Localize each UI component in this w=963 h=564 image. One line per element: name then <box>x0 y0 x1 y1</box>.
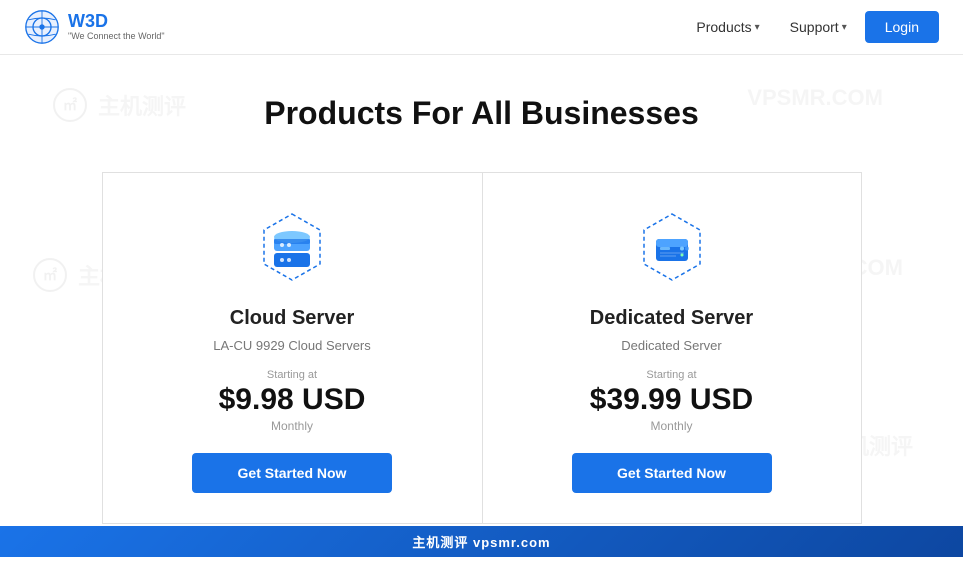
cloud-price: $9.98 USD <box>219 383 366 417</box>
logo-text: W3D <box>68 12 165 32</box>
cloud-cta-button[interactable]: Get Started Now <box>192 453 392 493</box>
page-title: Products For All Businesses <box>20 95 943 132</box>
navbar: W3D "We Connect the World" Products ▾ Su… <box>0 0 963 55</box>
dedicated-server-subtitle: Dedicated Server <box>621 338 721 353</box>
nav-links: Products ▾ Support ▾ Login <box>684 11 939 43</box>
cloud-server-subtitle: LA-CU 9929 Cloud Servers <box>213 338 371 353</box>
cloud-period: Monthly <box>271 419 313 433</box>
chevron-down-icon: ▾ <box>755 22 760 33</box>
logo-icon <box>24 9 60 45</box>
nav-products-link[interactable]: Products ▾ <box>684 13 771 41</box>
logo-tagline: "We Connect the World" <box>68 32 165 42</box>
dedicated-server-icon <box>632 209 712 289</box>
nav-support-link[interactable]: Support ▾ <box>778 13 859 41</box>
bottom-watermark-bar: 主机测评 vpsmr.com <box>0 526 963 557</box>
dedicated-starting-at: Starting at <box>646 369 696 381</box>
main-section: ㎡ 主机测评 VPSMR.COM ㎡ 主机测评 VPSMR.COM VPSMR.… <box>0 55 963 564</box>
cloud-starting-at: Starting at <box>267 369 317 381</box>
login-button[interactable]: Login <box>865 11 939 43</box>
cloud-server-title: Cloud Server <box>230 307 354 330</box>
dedicated-server-title: Dedicated Server <box>590 307 753 330</box>
logo[interactable]: W3D "We Connect the World" <box>24 9 165 45</box>
products-grid: Cloud Server LA-CU 9929 Cloud Servers St… <box>20 172 943 524</box>
cloud-server-icon <box>252 209 332 289</box>
dedicated-period: Monthly <box>650 419 692 433</box>
cloud-server-card: Cloud Server LA-CU 9929 Cloud Servers St… <box>102 172 482 524</box>
dedicated-price: $39.99 USD <box>590 383 753 417</box>
dedicated-cta-button[interactable]: Get Started Now <box>572 453 772 493</box>
chevron-down-icon: ▾ <box>842 22 847 33</box>
dedicated-server-card: Dedicated Server Dedicated Server Starti… <box>482 172 862 524</box>
